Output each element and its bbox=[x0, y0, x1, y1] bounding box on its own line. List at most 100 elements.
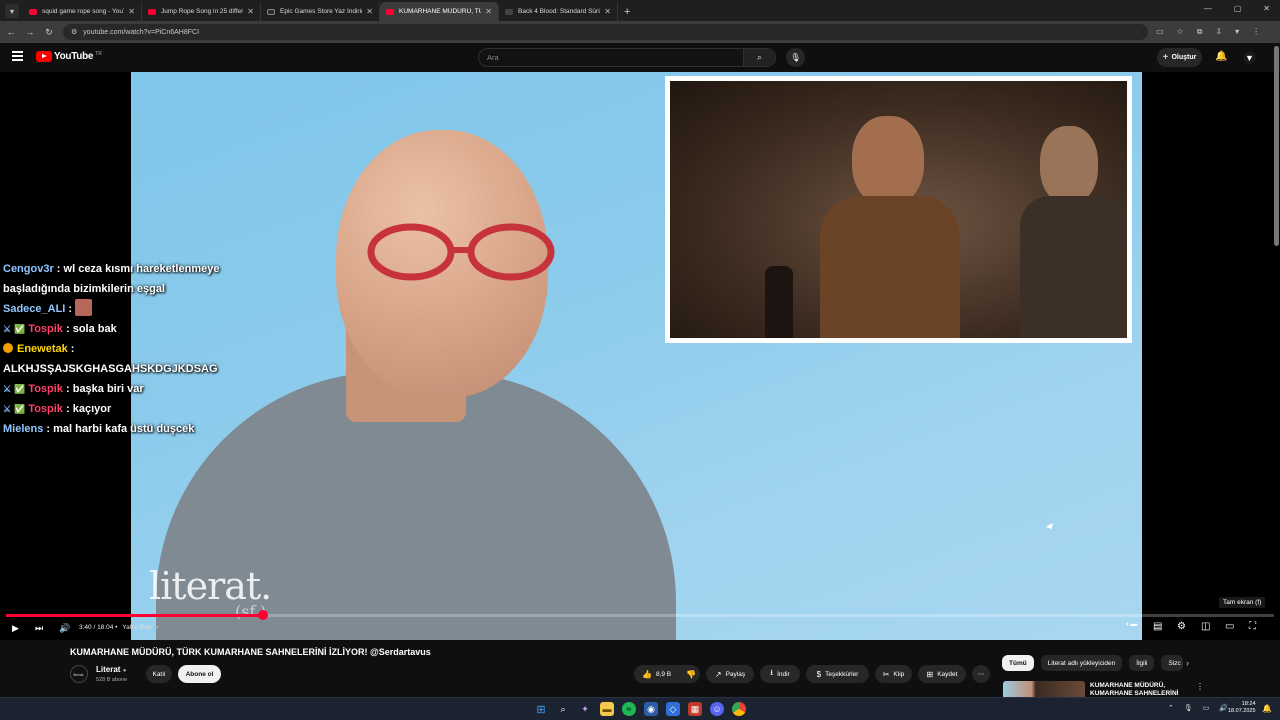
back-icon[interactable]: ← bbox=[3, 27, 19, 37]
close-tab-icon[interactable]: ✕ bbox=[485, 7, 492, 16]
channel-name[interactable]: Literat ● bbox=[96, 665, 126, 674]
menu-icon[interactable]: ⋮ bbox=[1252, 27, 1260, 37]
url-field[interactable]: ⚙ youtube.com/watch?v=PiCn6AH8FCI bbox=[63, 24, 1148, 40]
share-button[interactable]: ↗ Paylaş bbox=[706, 665, 754, 683]
discord-icon[interactable]: ☺ bbox=[710, 702, 724, 716]
miniplayer-icon[interactable]: ◫ bbox=[1201, 621, 1210, 632]
search-input[interactable]: Ara bbox=[479, 53, 743, 62]
downloads-icon[interactable]: ⇩ bbox=[1215, 27, 1222, 37]
clip-button[interactable]: ✂ Klip bbox=[875, 665, 912, 683]
video-frame[interactable]: literat. (sf.) bbox=[131, 72, 1142, 640]
progress-scrubber[interactable] bbox=[258, 610, 268, 620]
create-button[interactable]: + Oluştur bbox=[1157, 48, 1202, 67]
taskbar-widgets-icon[interactable]: ✦ bbox=[578, 702, 592, 716]
close-tab-icon[interactable]: ✕ bbox=[604, 7, 611, 16]
youtube-masthead: YouTube TR Ara ⌕ 🎙 + Oluştur 🔔 ▼ bbox=[0, 43, 1280, 72]
save-playlist-icon: ⊞ bbox=[926, 669, 934, 679]
forward-icon[interactable]: → bbox=[22, 27, 38, 37]
verified-check-icon: ✅ bbox=[14, 324, 26, 334]
browser-tab-active[interactable]: KUMARHANE MÜDÜRÜ, TÜRK ✕ bbox=[380, 2, 499, 21]
microphone-icon[interactable]: 🎙 bbox=[1184, 704, 1193, 712]
youtube-icon bbox=[386, 8, 394, 15]
close-tab-icon[interactable]: ✕ bbox=[247, 7, 254, 16]
play-icon[interactable]: ▶ bbox=[12, 621, 19, 635]
download-button[interactable]: ⭳ İndir bbox=[760, 665, 800, 683]
video-player[interactable]: literat. (sf.) Cengov3r : wl ceza kısmı … bbox=[0, 72, 1280, 640]
tab-search-icon[interactable]: ▾ bbox=[5, 4, 19, 18]
like-icon[interactable]: 👍 bbox=[642, 670, 652, 679]
close-tab-icon[interactable]: ✕ bbox=[366, 7, 373, 16]
theater-mode-icon[interactable]: ▭ bbox=[1225, 621, 1234, 632]
settings-gear-icon[interactable]: ⚙ bbox=[1177, 621, 1186, 632]
verified-check-icon: ✅ bbox=[14, 384, 26, 394]
volume-icon[interactable]: 🔊 bbox=[59, 621, 70, 635]
media-app-icon[interactable]: ▦ bbox=[688, 702, 702, 716]
save-button[interactable]: ⊞ Kaydet bbox=[918, 665, 966, 683]
autoplay-toggle[interactable]: ◐▬ bbox=[1126, 621, 1137, 628]
search-box[interactable]: Ara ⌕ bbox=[478, 48, 776, 67]
like-count[interactable]: 8,9 B bbox=[656, 671, 671, 678]
browser-tab[interactable]: squid game rope song - YouTube ✕ bbox=[23, 2, 142, 21]
progress-bar[interactable] bbox=[6, 610, 1274, 620]
browser-tab[interactable]: Epic Games Store Yaz İndirimi ✕ bbox=[261, 2, 380, 21]
chapter-chevron-icon[interactable]: › bbox=[156, 624, 158, 631]
new-tab-icon[interactable]: + bbox=[624, 6, 630, 18]
voice-search-icon[interactable]: 🎙 bbox=[786, 48, 805, 67]
site-info-icon[interactable]: ⚙ bbox=[71, 28, 77, 36]
app-icon[interactable]: ◇ bbox=[666, 702, 680, 716]
maximize-icon[interactable]: ▢ bbox=[1234, 4, 1242, 13]
account-avatar-icon[interactable]: ▼ bbox=[1243, 51, 1256, 64]
chip-from-uploader[interactable]: Literat adlı yükleyiciden bbox=[1040, 655, 1123, 671]
chapter-title[interactable]: Yahşi Batı bbox=[122, 624, 151, 631]
tab-title: Back 4 Blood: Standard Sürüm bbox=[518, 8, 601, 15]
page-scrollbar[interactable] bbox=[1274, 46, 1279, 246]
notifications-bell-icon[interactable]: 🔔 bbox=[1215, 51, 1227, 62]
thanks-button[interactable]: $ Teşekkürler bbox=[806, 665, 869, 683]
close-window-icon[interactable]: ✕ bbox=[1263, 4, 1270, 13]
fullscreen-icon[interactable]: ⛶ bbox=[1249, 621, 1256, 632]
clock-time: 18:24 bbox=[1241, 701, 1256, 707]
verified-check-icon: ✅ bbox=[14, 404, 26, 414]
chip-all[interactable]: Tümü bbox=[1002, 655, 1034, 671]
youtube-logo[interactable]: YouTube TR bbox=[36, 51, 102, 62]
chip-related[interactable]: İlgili bbox=[1129, 655, 1155, 671]
notification-center-icon[interactable]: 🔔 bbox=[1262, 704, 1272, 713]
extensions-icon[interactable]: ⧉ bbox=[1197, 27, 1203, 37]
steam-icon[interactable]: ◉ bbox=[644, 702, 658, 716]
related-filter-chips: Tümü Literat adlı yükleyiciden İlgili Si… bbox=[1002, 655, 1184, 671]
subtitles-icon[interactable]: ▤ bbox=[1153, 621, 1162, 632]
browser-tab[interactable]: Back 4 Blood: Standard Sürüm ✕ bbox=[499, 2, 618, 21]
tray-overflow-icon[interactable]: ⌃ bbox=[1168, 704, 1174, 712]
network-icon[interactable]: ▭ bbox=[1203, 704, 1210, 712]
emote-icon bbox=[75, 299, 93, 316]
recommended-title[interactable]: KUMARHANE MÜDÜRÜ, KUMARHANE SAHNELERİNİ bbox=[1090, 682, 1185, 698]
reload-icon[interactable]: ↻ bbox=[41, 27, 57, 38]
windows-taskbar: ⊞ ⌕ ✦ ▬ ≈ ◉ ◇ ▦ ☺ ⌃ 🎙 ▭ 🔊 18:24 18.07.20… bbox=[0, 697, 1280, 720]
more-actions-icon[interactable]: ⋯ bbox=[972, 665, 990, 683]
close-tab-icon[interactable]: ✕ bbox=[128, 7, 135, 16]
chevron-right-icon[interactable]: › bbox=[1186, 658, 1189, 668]
next-video-icon[interactable]: ⏭ bbox=[35, 621, 43, 635]
profile-icon[interactable]: ▾ bbox=[1235, 27, 1239, 37]
volume-tray-icon[interactable]: 🔊 bbox=[1219, 704, 1228, 712]
spotify-icon[interactable]: ≈ bbox=[622, 702, 636, 716]
cast-icon[interactable]: ▭ bbox=[1156, 27, 1164, 37]
minimize-icon[interactable]: — bbox=[1204, 4, 1212, 13]
taskbar-search-icon[interactable]: ⌕ bbox=[556, 702, 570, 716]
subscribe-button[interactable]: Abone ol bbox=[178, 665, 221, 683]
like-dislike-group: 👍 8,9 B 👎 bbox=[634, 665, 700, 683]
file-explorer-icon[interactable]: ▬ bbox=[600, 702, 614, 716]
taskbar-clock[interactable]: 18:24 18.07.2025 bbox=[1228, 701, 1256, 715]
chrome-icon[interactable] bbox=[732, 702, 746, 716]
channel-avatar[interactable]: literat. bbox=[70, 665, 88, 683]
dislike-icon[interactable]: 👎 bbox=[686, 670, 696, 679]
browser-tab[interactable]: Jump Rope Song in 25 differen ✕ bbox=[142, 2, 261, 21]
join-button[interactable]: Katıl bbox=[146, 665, 172, 683]
guide-menu-icon[interactable] bbox=[12, 51, 23, 61]
search-icon[interactable]: ⌕ bbox=[743, 49, 775, 66]
recommended-more-icon[interactable]: ⋮ bbox=[1196, 682, 1204, 691]
chip-for-you[interactable]: Sizc bbox=[1161, 655, 1184, 671]
bookmark-star-icon[interactable]: ☆ bbox=[1177, 27, 1184, 37]
windows-start-icon[interactable]: ⊞ bbox=[534, 702, 548, 716]
system-tray: ⌃ 🎙 ▭ 🔊 bbox=[1168, 704, 1228, 712]
